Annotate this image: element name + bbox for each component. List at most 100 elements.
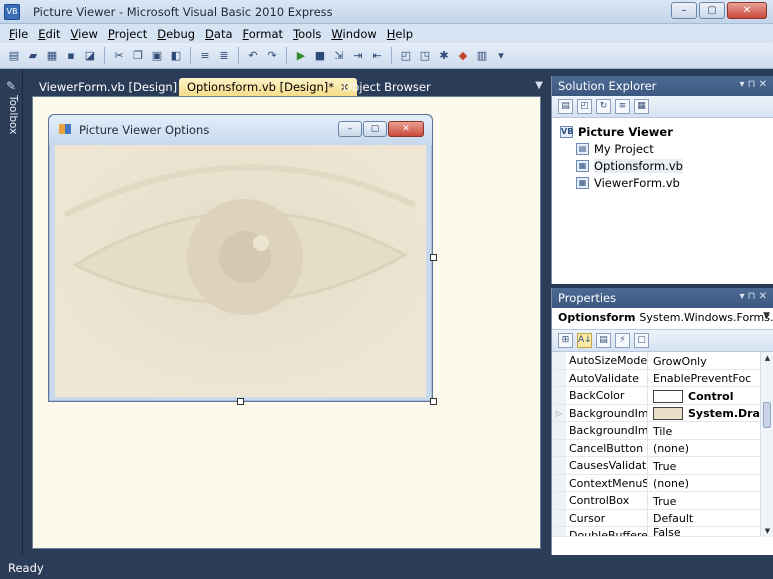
property-pages-icon[interactable]: ▢ (634, 333, 649, 348)
save-icon[interactable]: ▪ (63, 48, 79, 64)
cut-icon[interactable]: ✂ (111, 48, 127, 64)
menu-help[interactable]: Help (382, 27, 418, 41)
properties-view-icon[interactable]: ▤ (596, 333, 611, 348)
open-file-icon[interactable]: ▰ (25, 48, 41, 64)
property-value[interactable]: GrowOnly (648, 352, 773, 369)
property-value[interactable]: (none) (648, 475, 773, 492)
window-controls: – ▢ ✕ (671, 2, 767, 19)
alphabetical-icon[interactable]: A↓ (577, 333, 592, 348)
paste-icon[interactable]: ▣ (149, 48, 165, 64)
property-row[interactable]: BackgroundIma Tile (552, 422, 773, 440)
view-designer-icon[interactable]: ▦ (634, 99, 649, 114)
property-row[interactable]: ▷ BackgroundIma System.Drav (552, 404, 773, 422)
solution-explorer-title: Solution Explorer (558, 79, 657, 93)
tab-optionsform-design[interactable]: Optionsform.vb [Design]* ✕ (179, 78, 358, 96)
properties-icon[interactable]: ◰ (577, 99, 592, 114)
property-value[interactable]: System.Drav (648, 405, 773, 422)
comment-icon[interactable]: ≡ (197, 48, 213, 64)
menu-format[interactable]: Format (238, 27, 289, 41)
property-row[interactable]: AutoSizeMode GrowOnly (552, 352, 773, 370)
view-code-icon[interactable]: ≡ (615, 99, 630, 114)
property-value[interactable]: EnablePreventFoc (648, 370, 773, 387)
property-row[interactable]: DoubleBuffered False (552, 527, 773, 537)
categorized-icon[interactable]: ⊞ (558, 333, 573, 348)
menu-edit[interactable]: Edit (33, 27, 65, 41)
toolbox-sidebar[interactable]: ✎ Toolbox (0, 69, 23, 555)
tree-item-my-project[interactable]: ▤ My Project (560, 140, 773, 157)
stop-icon[interactable]: ■ (312, 48, 328, 64)
menu-project[interactable]: Project (103, 27, 152, 41)
show-all-files-icon[interactable]: ▤ (558, 99, 573, 114)
property-value[interactable]: True (648, 457, 773, 474)
designed-form[interactable]: Picture Viewer Options – ▢ ✕ (48, 114, 433, 402)
tree-item-optionsform[interactable]: ▦ Optionsform.vb (560, 157, 773, 174)
minimize-button[interactable]: – (671, 2, 697, 19)
menu-debug[interactable]: Debug (152, 27, 200, 41)
solution-explorer-icon[interactable]: ◰ (398, 48, 414, 64)
property-row[interactable]: CausesValidatio True (552, 457, 773, 475)
pane-controls[interactable]: ▾ ⊓ ✕ (739, 291, 767, 302)
form-client-area[interactable] (55, 145, 426, 397)
maximize-button[interactable]: ▢ (699, 2, 725, 19)
property-grid-scrollbar[interactable]: ▲ ▼ (760, 352, 773, 537)
expand-arrow-icon[interactable]: ▷ (552, 404, 566, 421)
step-out-icon[interactable]: ⇤ (369, 48, 385, 64)
start-debugging-icon[interactable]: ▶ (293, 48, 309, 64)
resize-handle-corner[interactable] (430, 398, 437, 405)
menu-window[interactable]: Window (326, 27, 381, 41)
scrollbar-thumb[interactable] (763, 402, 771, 428)
tree-item-viewerform[interactable]: ▦ ViewerForm.vb (560, 174, 773, 191)
property-row[interactable]: CancelButton (none) (552, 439, 773, 457)
property-value[interactable]: (none) (648, 440, 773, 457)
properties-window-icon[interactable]: ◳ (417, 48, 433, 64)
step-over-icon[interactable]: ⇥ (350, 48, 366, 64)
resize-handle-right[interactable] (430, 254, 437, 261)
toolbox-label[interactable]: Toolbox (3, 95, 19, 134)
menu-file[interactable]: File (4, 27, 33, 41)
property-row[interactable]: BackColor Control (552, 387, 773, 405)
menu-data[interactable]: Data (200, 27, 237, 41)
save-all-icon[interactable]: ◪ (82, 48, 98, 64)
find-icon[interactable]: ◧ (168, 48, 184, 64)
tab-viewerform-design[interactable]: ViewerForm.vb [Design] (31, 78, 185, 96)
property-row[interactable]: ControlBox True (552, 492, 773, 510)
redo-icon[interactable]: ↷ (264, 48, 280, 64)
property-row[interactable]: AutoValidate EnablePreventFoc (552, 369, 773, 387)
copy-icon[interactable]: ❐ (130, 48, 146, 64)
resize-handle-bottom[interactable] (237, 398, 244, 405)
vb-app-icon[interactable]: VB (4, 4, 20, 20)
undo-icon[interactable]: ↶ (245, 48, 261, 64)
property-value[interactable]: Tile (648, 422, 773, 439)
add-item-icon[interactable]: ▦ (44, 48, 60, 64)
pane-controls[interactable]: ▾ ⊓ ✕ (739, 79, 767, 90)
object-browser-icon[interactable]: ◆ (455, 48, 471, 64)
toolbar-options-icon[interactable]: ▾ (493, 48, 509, 64)
tab-object-browser[interactable]: Object Browser (335, 78, 439, 96)
close-button[interactable]: ✕ (727, 2, 767, 19)
chevron-down-icon[interactable]: ▼ (763, 311, 770, 321)
menu-tools[interactable]: Tools (288, 27, 326, 41)
new-project-icon[interactable]: ▤ (6, 48, 22, 64)
step-into-icon[interactable]: ⇲ (331, 48, 347, 64)
property-row[interactable]: ContextMenuSti (none) (552, 474, 773, 492)
scroll-down-icon[interactable]: ▼ (761, 527, 773, 535)
menu-view[interactable]: View (66, 27, 103, 41)
property-value[interactable]: Control (648, 387, 773, 404)
toolbox-wrench-icon[interactable]: ✎ (4, 79, 18, 93)
tab-list-dropdown-icon[interactable]: ▼ (535, 80, 543, 91)
solution-explorer-pane: Solution Explorer ▾ ⊓ ✕ ▤ ◰ ↻ ≡ ▦ VB Pict… (551, 76, 773, 284)
object-selector[interactable]: Optionsform System.Windows.Forms.I ▼ (552, 308, 773, 330)
tree-item-solution[interactable]: VB Picture Viewer (560, 123, 773, 140)
events-icon[interactable]: ⚡ (615, 333, 630, 348)
scroll-up-icon[interactable]: ▲ (761, 354, 773, 362)
form-window-controls: – ▢ ✕ (338, 121, 424, 137)
property-value[interactable]: True (648, 492, 773, 509)
property-value[interactable]: Default (648, 510, 773, 527)
row-gutter (552, 457, 566, 474)
property-value[interactable]: False (648, 527, 773, 536)
error-list-icon[interactable]: ▥ (474, 48, 490, 64)
toolbox-icon[interactable]: ✱ (436, 48, 452, 64)
refresh-icon[interactable]: ↻ (596, 99, 611, 114)
uncomment-icon[interactable]: ≣ (216, 48, 232, 64)
property-row[interactable]: Cursor Default (552, 509, 773, 527)
